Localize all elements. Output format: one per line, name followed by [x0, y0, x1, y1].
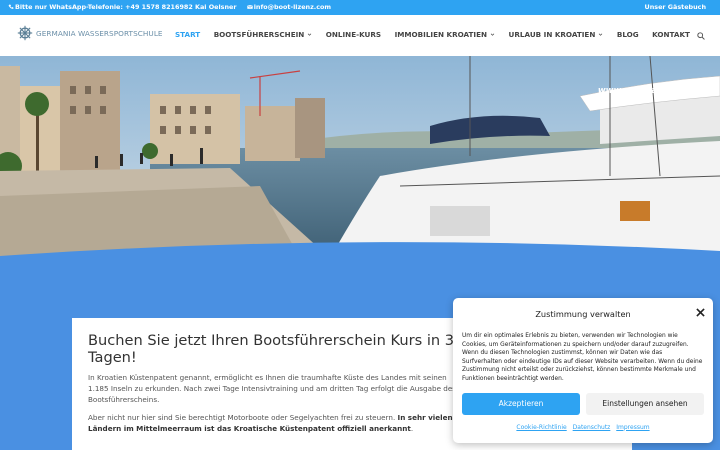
chevron-down-icon: [599, 33, 603, 36]
ship-wheel-icon: [17, 25, 33, 41]
nav-item-kontakt[interactable]: KONTAKT: [652, 30, 690, 39]
privacy-link[interactable]: Datenschutz: [573, 424, 611, 431]
logo-text: GERMANIA WASSERSPORTSCHULE: [36, 28, 163, 38]
nav-item-bootsführerschein[interactable]: BOOTSFÜHRERSCHEIN: [214, 30, 313, 39]
cookie-description: Um dir ein optimales Erlebnis zu bieten,…: [462, 333, 703, 382]
search-icon[interactable]: [697, 32, 705, 40]
page-heading: Buchen Sie jetzt Ihren Bootsführerschein…: [88, 332, 455, 366]
nav-item-urlaub-in-kroatien[interactable]: URLAUB IN KROATIEN: [509, 30, 604, 39]
site-header: GERMANIA WASSERSPORTSCHULE START BOOTSFÜH…: [0, 15, 720, 56]
nav-item-label: KONTAKT: [652, 30, 690, 39]
chevron-down-icon: [308, 33, 312, 36]
recognition-paragraph: Aber nicht nur hier sind Sie berechtigt …: [88, 412, 468, 434]
hero-image: www.ankoracharter: [0, 56, 720, 258]
paragraph-end: .: [410, 423, 414, 433]
phone-contact[interactable]: Bitte nur WhatsApp-Telefonie: +49 1578 8…: [8, 3, 241, 11]
cookie-links: Cookie-Richtlinie Datenschutz Impressum: [462, 424, 704, 431]
top-bar: Bitte nur WhatsApp-Telefonie: +49 1578 8…: [0, 0, 720, 15]
close-icon[interactable]: [696, 308, 705, 317]
nav-item-label: ONLINE-KURS: [325, 30, 382, 39]
contact-info: Bitte nur WhatsApp-Telefonie: +49 1578 8…: [8, 3, 339, 11]
guestbook-link[interactable]: Unser Gästebuch: [645, 3, 706, 11]
site-logo[interactable]: GERMANIA WASSERSPORTSCHULE: [17, 25, 163, 41]
nav-item-online-kurs[interactable]: ONLINE-KURS: [326, 30, 381, 39]
cookie-consent-dialog: Zustimmung verwalten Um dir ein optimale…: [453, 298, 713, 443]
whatsapp-text: Bitte nur WhatsApp-Telefonie: +49 1578 8…: [15, 3, 237, 11]
photo-watermark: www.ankoracharter: [597, 86, 692, 96]
accept-button[interactable]: Akzeptieren: [462, 392, 580, 415]
cookie-policy-link[interactable]: Cookie-Richtlinie: [516, 424, 566, 431]
cookie-buttons: Akzeptieren Einstellungen ansehen: [462, 392, 704, 415]
chevron-down-icon: [490, 33, 495, 36]
view-settings-button[interactable]: Einstellungen ansehen: [586, 392, 704, 415]
nav-item-start[interactable]: START: [175, 30, 200, 39]
nav-item-label: START: [175, 30, 201, 39]
nav-item-label: IMMOBILIEN KROATIEN: [394, 30, 488, 39]
nav-item-label: BLOG: [616, 30, 639, 39]
cookie-title: Zustimmung verwalten: [535, 309, 631, 319]
imprint-link[interactable]: Impressum: [616, 424, 649, 431]
main-nav: START BOOTSFÜHRERSCHEIN ONLINE-KURS IMMOBIL…: [175, 30, 703, 39]
nav-item-label: BOOTSFÜHRERSCHEIN: [213, 30, 305, 39]
envelope-icon: [246, 4, 253, 9]
nav-item-blog[interactable]: BLOG: [617, 30, 639, 39]
email-contact[interactable]: info@boot-lizenz.com: [246, 3, 335, 11]
email-text: info@boot-lizenz.com: [253, 3, 332, 11]
phone-icon: [8, 4, 14, 9]
nav-item-immobilien-kroatien[interactable]: IMMOBILIEN KROATIEN: [395, 30, 495, 39]
nav-item-label: URLAUB IN KROATIEN: [508, 30, 596, 39]
paragraph-text: Aber nicht nur hier sind Sie berechtigt …: [88, 412, 398, 422]
intro-paragraph: In Kroatien Küstenpatent genannt, ermögl…: [88, 373, 457, 405]
